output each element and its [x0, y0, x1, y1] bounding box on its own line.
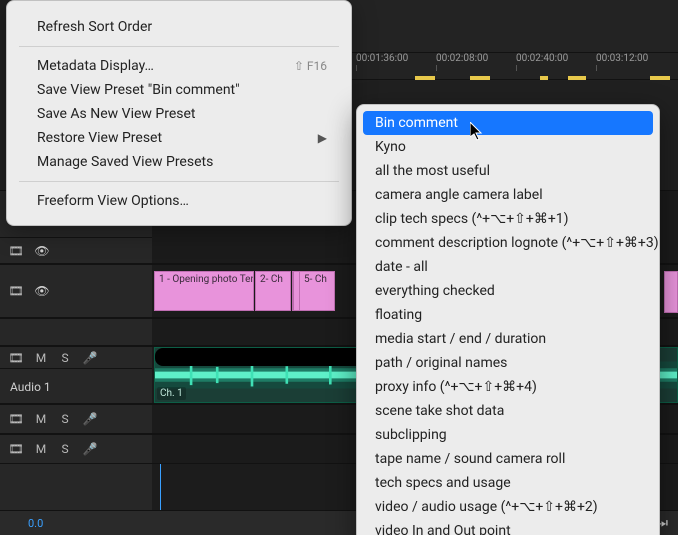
menu-label: Manage Saved View Presets: [37, 154, 213, 170]
submenu-item[interactable]: date - all: [357, 255, 659, 279]
track-header-a3[interactable]: 🎞 M S 🎤: [0, 435, 152, 463]
menu-label: Restore View Preset: [37, 130, 162, 146]
menu-label: Refresh Sort Order: [37, 19, 152, 35]
video-clip[interactable]: 2- Ch: [255, 271, 291, 311]
film-icon: 🎞: [8, 283, 24, 299]
chapter-mark[interactable]: [650, 76, 670, 80]
mic-icon[interactable]: 🎤: [82, 441, 98, 457]
menu-label: Metadata Display…: [37, 58, 154, 74]
film-icon: 🎞: [8, 243, 24, 259]
track-headers: 🎞 👁 🎞 👁 🎞 M S 🎤 Audio 1: [0, 190, 153, 535]
submenu-item[interactable]: comment description lognote (^+⌥+⇧+⌘+3): [357, 231, 659, 255]
submenu-item[interactable]: tech specs and usage: [357, 471, 659, 495]
mute-toggle[interactable]: M: [34, 442, 48, 456]
redaction-mark: [155, 348, 375, 366]
track-label: Audio 1: [10, 380, 51, 394]
submenu-item[interactable]: tape name / sound camera roll: [357, 447, 659, 471]
ruler-tick: 00:02:08:00: [436, 53, 516, 64]
film-icon: 🎞: [8, 411, 24, 427]
submenu-item[interactable]: video / audio usage (^+⌥+⇧+⌘+2): [357, 495, 659, 519]
ruler-tick: 00:03:12:00: [596, 53, 676, 64]
submenu-item[interactable]: floating: [357, 303, 659, 327]
mic-icon[interactable]: 🎤: [82, 411, 98, 427]
track-header-v2[interactable]: 🎞 👁: [0, 237, 152, 263]
submenu-item[interactable]: media start / end / duration: [357, 327, 659, 351]
menu-save-view-preset[interactable]: Save View Preset "Bin comment": [7, 78, 351, 102]
submenu-item[interactable]: video In and Out point: [357, 519, 659, 535]
submenu-item[interactable]: camera angle camera label: [357, 183, 659, 207]
menu-freeform-view-options[interactable]: Freeform View Options…: [7, 189, 351, 213]
ruler-tick: 00:02:40:00: [516, 53, 596, 64]
track-header-a1-row1[interactable]: 🎞 M S 🎤: [0, 347, 152, 369]
menu-refresh-sort[interactable]: Refresh Sort Order: [7, 15, 351, 39]
submenu-item[interactable]: subclipping: [357, 423, 659, 447]
menu-label: Freeform View Options…: [37, 193, 189, 209]
mute-toggle[interactable]: M: [34, 412, 48, 426]
video-clip[interactable]: 5- Ch: [299, 271, 335, 311]
menu-separator: [19, 46, 339, 47]
eye-icon[interactable]: 👁: [34, 283, 50, 299]
ruler-tick: 00:01:36:00: [356, 53, 436, 64]
submenu-item[interactable]: clip tech specs (^+⌥+⇧+⌘+1): [357, 207, 659, 231]
track-header-a1-label[interactable]: Audio 1: [0, 371, 152, 403]
submenu-item[interactable]: everything checked: [357, 279, 659, 303]
menu-label: Save View Preset "Bin comment": [37, 82, 240, 98]
timeline-ruler[interactable]: 00:01:36:00 00:02:08:00 00:02:40:00 00:0…: [350, 52, 678, 80]
chapter-mark[interactable]: [568, 76, 586, 80]
submenu-item[interactable]: Kyno: [357, 135, 659, 159]
chapter-mark[interactable]: [415, 76, 435, 80]
restore-preset-submenu[interactable]: Bin commentKynoall the most usefulcamera…: [356, 104, 660, 535]
chapter-marks: [350, 74, 678, 80]
menu-separator: [19, 181, 339, 182]
menu-label: Save As New View Preset: [37, 106, 195, 122]
mute-toggle[interactable]: M: [34, 351, 48, 365]
submenu-item[interactable]: all the most useful: [357, 159, 659, 183]
track-header-v1[interactable]: 🎞 👁: [0, 265, 152, 317]
submenu-item[interactable]: proxy info (^+⌥+⇧+⌘+4): [357, 375, 659, 399]
menu-shortcut: ⇧ F16: [294, 59, 327, 73]
bin-context-menu[interactable]: Refresh Sort Order Metadata Display… ⇧ F…: [6, 0, 352, 226]
audio-channel-tag: Ch. 1: [157, 387, 186, 400]
film-icon: 🎞: [8, 350, 24, 366]
menu-metadata-display[interactable]: Metadata Display… ⇧ F16: [7, 54, 351, 78]
track-header-a2[interactable]: 🎞 M S 🎤: [0, 405, 152, 433]
submenu-item[interactable]: Bin comment: [363, 111, 653, 135]
solo-toggle[interactable]: S: [58, 412, 72, 426]
menu-restore-view-preset[interactable]: Restore View Preset ▶: [7, 126, 351, 150]
eye-icon[interactable]: 👁: [34, 243, 50, 259]
current-timecode: 0.0: [28, 517, 43, 530]
track-header-divider: [0, 319, 152, 345]
solo-toggle[interactable]: S: [58, 442, 72, 456]
submenu-item[interactable]: scene take shot data: [357, 399, 659, 423]
solo-toggle[interactable]: S: [58, 351, 72, 365]
timeline-ruler-area: 00:01:36:00 00:02:08:00 00:02:40:00 00:0…: [350, 0, 678, 80]
film-icon: 🎞: [8, 441, 24, 457]
chapter-mark[interactable]: [470, 76, 490, 80]
chevron-right-icon: ▶: [318, 131, 327, 145]
menu-manage-saved-presets[interactable]: Manage Saved View Presets: [7, 150, 351, 174]
chapter-mark[interactable]: [540, 76, 548, 80]
menu-save-as-new-view-preset[interactable]: Save As New View Preset: [7, 102, 351, 126]
video-clip[interactable]: [664, 271, 678, 313]
video-clip[interactable]: 1 - Opening photo Ter: [154, 271, 254, 311]
mic-icon[interactable]: 🎤: [82, 350, 98, 366]
submenu-item[interactable]: path / original names: [357, 351, 659, 375]
